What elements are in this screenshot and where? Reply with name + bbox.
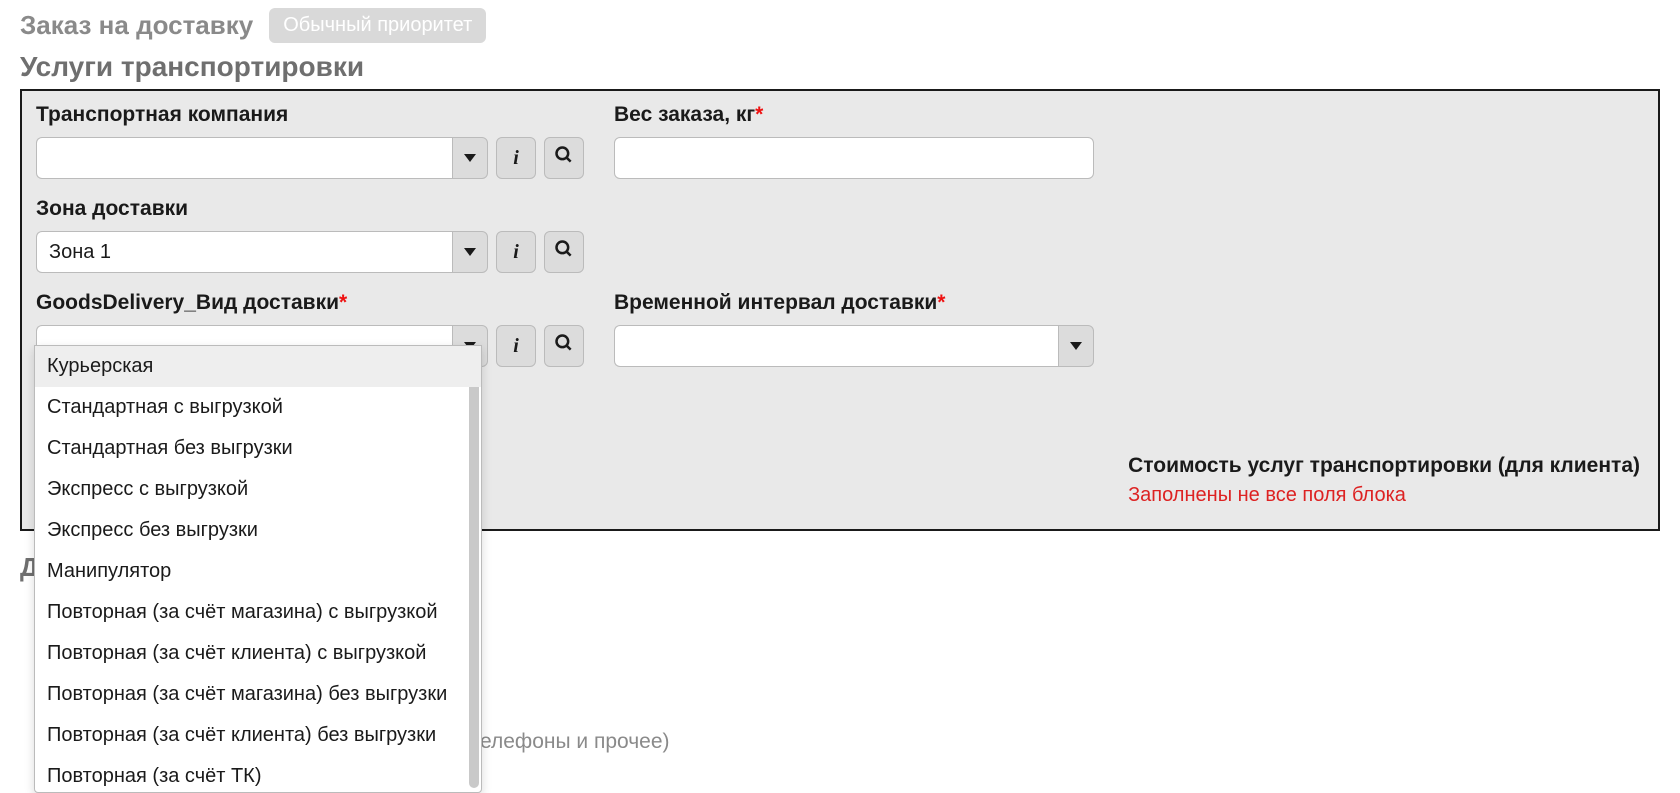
label-delivery-type: GoodsDelivery_Вид доставки*: [36, 291, 584, 315]
delivery-type-option[interactable]: Повторная (за счёт магазина) с выгрузкой: [35, 592, 481, 633]
label-delivery-zone: Зона доставки: [36, 197, 584, 221]
label-order-weight: Вес заказа, кг*: [614, 103, 1094, 127]
time-interval-dropdown-btn[interactable]: [1058, 325, 1094, 367]
chevron-down-icon: [464, 154, 476, 162]
delivery-type-info-btn[interactable]: i: [496, 325, 536, 367]
delivery-type-option[interactable]: Повторная (за счёт магазина) без выгрузк…: [35, 674, 481, 715]
label-transport-company: Транспортная компания: [36, 103, 584, 127]
delivery-zone-dropdown-btn[interactable]: [452, 231, 488, 273]
section-title-transport: Услуги транспортировки: [20, 51, 1660, 83]
cost-title: Стоимость услуг транспортировки (для кли…: [1128, 454, 1640, 478]
delivery-type-option[interactable]: Манипулятор: [35, 551, 481, 592]
transport-company-info-btn[interactable]: i: [496, 137, 536, 179]
delivery-type-option[interactable]: Повторная (за счёт ТК): [35, 756, 481, 793]
priority-badge: Обычный приоритет: [269, 8, 486, 43]
delivery-type-option[interactable]: Курьерская: [35, 346, 481, 387]
info-icon: i: [513, 147, 519, 170]
info-icon: i: [513, 335, 519, 358]
delivery-type-search-btn[interactable]: [544, 325, 584, 367]
search-icon: [554, 333, 574, 359]
delivery-type-option[interactable]: Экспресс с выгрузкой: [35, 469, 481, 510]
order-weight-input[interactable]: [614, 137, 1094, 179]
info-icon: i: [513, 241, 519, 264]
transport-company-search-btn[interactable]: [544, 137, 584, 179]
delivery-type-option[interactable]: Повторная (за счёт клиента) без выгрузки: [35, 715, 481, 756]
delivery-type-option[interactable]: Стандартная с выгрузкой: [35, 387, 481, 428]
delivery-zone-search-btn[interactable]: [544, 231, 584, 273]
cost-error: Заполнены не все поля блока: [1128, 484, 1640, 507]
transport-company-dropdown-btn[interactable]: [452, 137, 488, 179]
delivery-zone-select[interactable]: Зона 1: [36, 231, 452, 273]
delivery-type-option[interactable]: Стандартная без выгрузки: [35, 428, 481, 469]
search-icon: [554, 145, 574, 171]
chevron-down-icon: [1070, 342, 1082, 350]
chevron-down-icon: [464, 248, 476, 256]
time-interval-select[interactable]: [614, 325, 1058, 367]
label-time-interval: Временной интервал доставки*: [614, 291, 1094, 315]
delivery-zone-info-btn[interactable]: i: [496, 231, 536, 273]
search-icon: [554, 239, 574, 265]
delivery-type-option[interactable]: Экспресс без выгрузки: [35, 510, 481, 551]
delivery-type-dropdown[interactable]: КурьерскаяСтандартная с выгрузкойСтандар…: [34, 345, 482, 793]
delivery-type-option[interactable]: Повторная (за счёт клиента) с выгрузкой: [35, 633, 481, 674]
transport-company-select[interactable]: [36, 137, 452, 179]
hidden-placeholder-tail: елефоны и прочее): [480, 730, 670, 754]
page-title: Заказ на доставку: [20, 10, 253, 41]
